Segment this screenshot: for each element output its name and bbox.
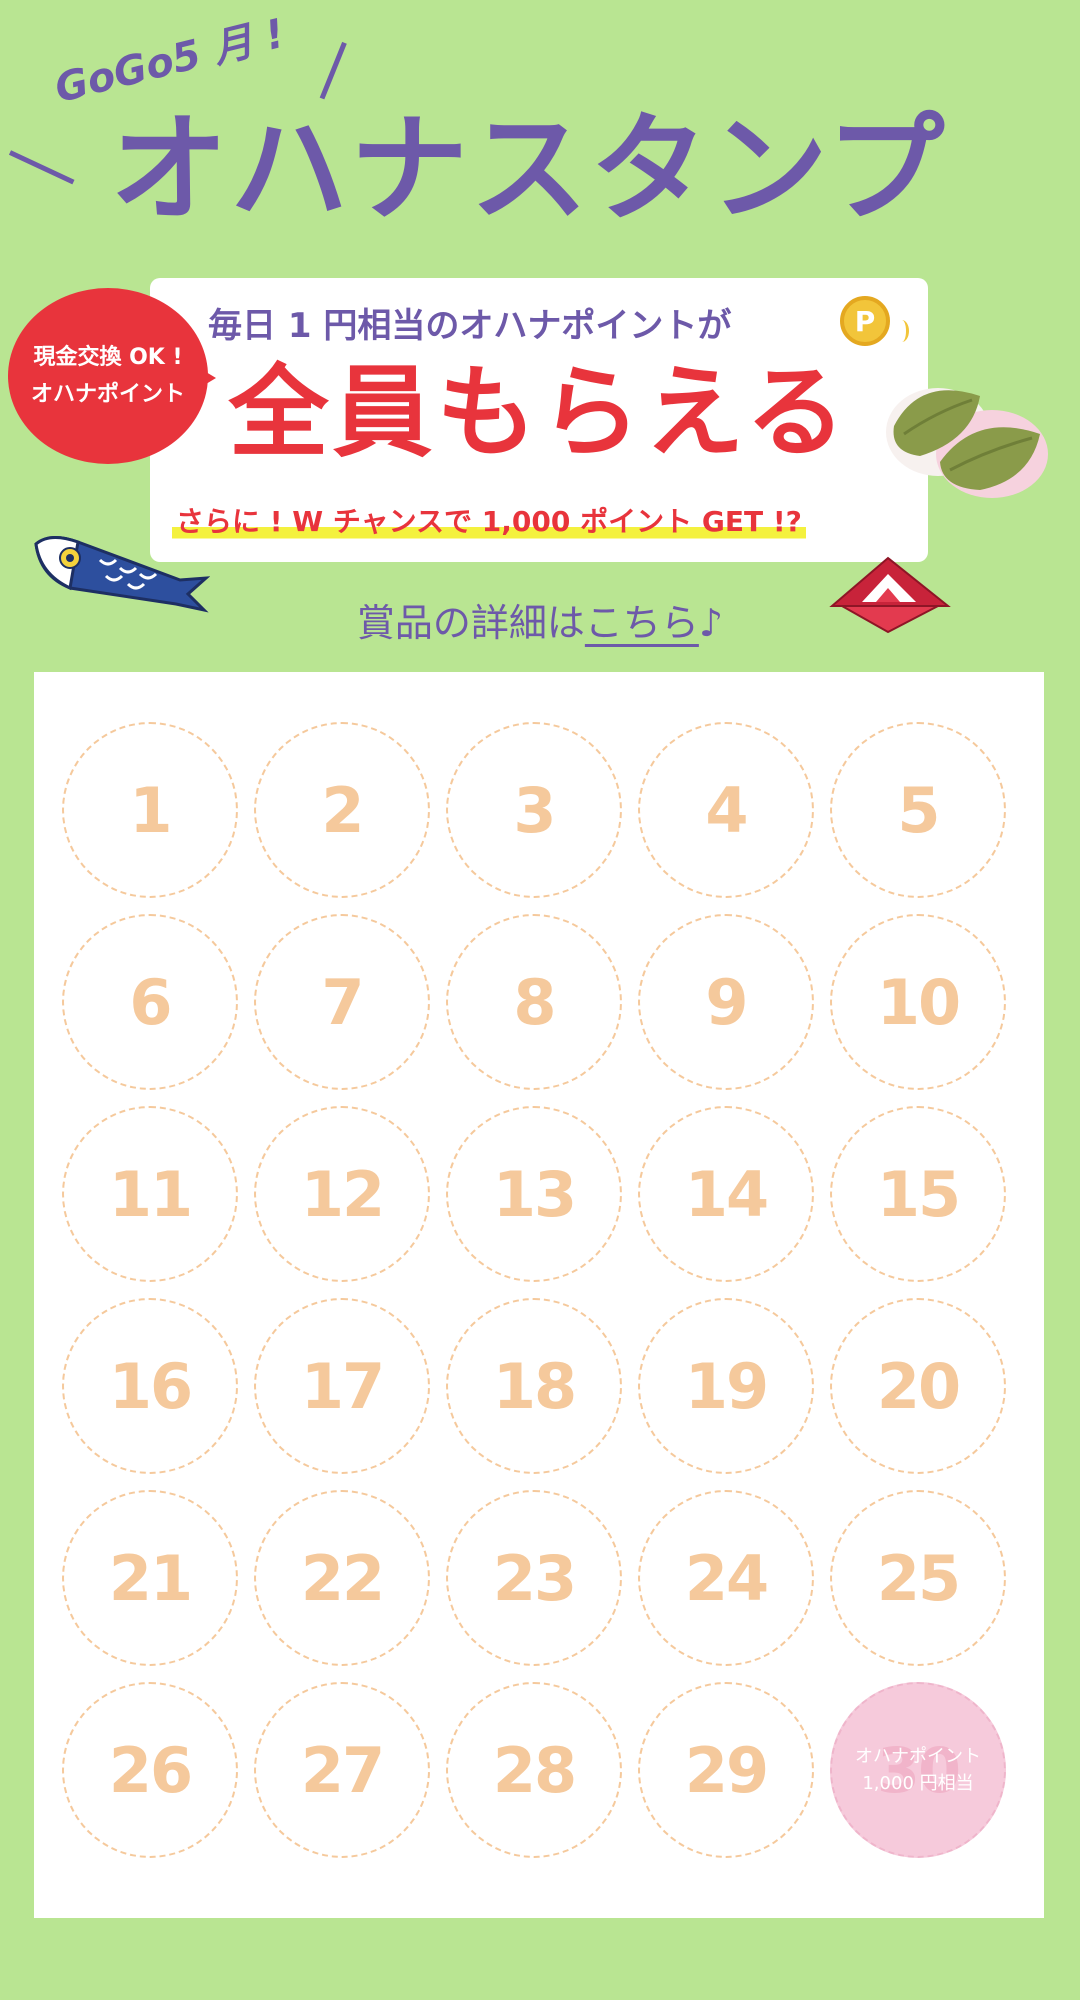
stamp-day-13[interactable]: 13	[446, 1106, 622, 1282]
sakura-mochi-icon	[886, 388, 1048, 498]
stamp-day-12[interactable]: 12	[254, 1106, 430, 1282]
stamp-day-29[interactable]: 29	[638, 1682, 814, 1858]
stamp-number: 16	[108, 1349, 193, 1423]
daily-points-text: 毎日 1 円相当のオハナポイントが	[208, 306, 732, 346]
stamp-number: 7	[321, 965, 364, 1039]
prize-details-prefix: 賞品の詳細は	[356, 601, 585, 645]
stamp-number: 11	[108, 1157, 193, 1231]
header: GoGo5 月 ! オハナスタンプ	[0, 0, 1080, 260]
stamp-day-17[interactable]: 17	[254, 1298, 430, 1474]
stamp-number: 15	[876, 1157, 961, 1231]
stamp-day-16[interactable]: 16	[62, 1298, 238, 1474]
stamp-number: 21	[108, 1541, 193, 1615]
stamp-day-15[interactable]: 15	[830, 1106, 1006, 1282]
stamp-number: 19	[684, 1349, 769, 1423]
music-note: ♪	[698, 601, 724, 645]
stamp-day-3[interactable]: 3	[446, 722, 622, 898]
stamp-number: 5	[897, 773, 940, 847]
stamp-day-14[interactable]: 14	[638, 1106, 814, 1282]
stamp-number: 20	[876, 1349, 961, 1423]
stamp-number: 13	[492, 1157, 577, 1231]
stamp-number: 17	[300, 1349, 385, 1423]
stamp-number: 9	[705, 965, 748, 1039]
prize-label-line-2: 1,000 円相当	[862, 1773, 974, 1794]
stamp-number: 18	[492, 1349, 577, 1423]
decorative-slash-left	[8, 150, 75, 185]
prize-details-link[interactable]: こちら	[585, 601, 699, 645]
stamp-number: 25	[876, 1541, 961, 1615]
stamp-day-25[interactable]: 25	[830, 1490, 1006, 1666]
stamp-day-11[interactable]: 11	[62, 1106, 238, 1282]
coin-icon: P	[840, 296, 890, 346]
everyone-gets-headline: 全員もらえる	[228, 354, 850, 471]
stamp-number: 22	[300, 1541, 385, 1615]
stamp-number: 4	[705, 773, 748, 847]
campaign-info-card: 毎日 1 円相当のオハナポイントが P 全員もらえる さらに ! W チャンスで…	[150, 278, 928, 562]
stamp-card: 1 2 3 4 5 6 7 8 9 10 11 12 13 14 15 16 17 18 19 20 21 22 23 24 2…	[34, 672, 1044, 1918]
stamp-number: 10	[876, 965, 961, 1039]
stamp-day-2[interactable]: 2	[254, 722, 430, 898]
prize-label: オハナポイント 1,000 円相当	[855, 1743, 981, 1797]
stamp-day-30[interactable]: 30 オハナポイント 1,000 円相当	[830, 1682, 1006, 1858]
stamp-number: 24	[684, 1541, 769, 1615]
stamp-number: 28	[492, 1733, 577, 1807]
stamp-day-1[interactable]: 1	[62, 722, 238, 898]
stamp-day-23[interactable]: 23	[446, 1490, 622, 1666]
stamp-number: 23	[492, 1541, 577, 1615]
stamp-day-27[interactable]: 27	[254, 1682, 430, 1858]
decorative-slash-right	[319, 41, 347, 100]
stamp-number: 12	[300, 1157, 385, 1231]
stamp-day-22[interactable]: 22	[254, 1490, 430, 1666]
prize-label-line-1: オハナポイント	[855, 1746, 981, 1767]
stamp-number: 2	[321, 773, 364, 847]
stamp-day-20[interactable]: 20	[830, 1298, 1006, 1474]
stamp-number: 6	[129, 965, 172, 1039]
stamp-day-24[interactable]: 24	[638, 1490, 814, 1666]
stamp-number: 14	[684, 1157, 769, 1231]
badge-line-1: 現金交換 OK !	[33, 344, 183, 370]
stamp-day-10[interactable]: 10	[830, 914, 1006, 1090]
stamp-number: 27	[300, 1733, 385, 1807]
stamp-number: 29	[684, 1733, 769, 1807]
stamp-day-18[interactable]: 18	[446, 1298, 622, 1474]
campaign-subtitle: GoGo5 月 !	[50, 10, 290, 113]
badge-tail	[196, 366, 216, 390]
badge-line-2: オハナポイント	[30, 382, 185, 407]
stamp-day-8[interactable]: 8	[446, 914, 622, 1090]
page-title: オハナスタンプ	[110, 100, 947, 238]
stamp-number: 8	[513, 965, 556, 1039]
prize-details-row: 賞品の詳細はこちら♪	[0, 592, 1080, 647]
stamp-day-4[interactable]: 4	[638, 722, 814, 898]
stamp-day-7[interactable]: 7	[254, 914, 430, 1090]
stamp-day-28[interactable]: 28	[446, 1682, 622, 1858]
stamp-day-9[interactable]: 9	[638, 914, 814, 1090]
stamp-grid: 1 2 3 4 5 6 7 8 9 10 11 12 13 14 15 16 17 18 19 20 21 22 23 24 2…	[62, 722, 1014, 1858]
stamp-number: 3	[513, 773, 556, 847]
stamp-number: 26	[108, 1733, 193, 1807]
stamp-day-19[interactable]: 19	[638, 1298, 814, 1474]
coin-sparkle-icon	[895, 320, 909, 342]
cash-exchange-badge: 現金交換 OK ! オハナポイント	[8, 288, 208, 464]
stamp-day-6[interactable]: 6	[62, 914, 238, 1090]
stamp-day-5[interactable]: 5	[830, 722, 1006, 898]
stamp-number: 1	[129, 773, 172, 847]
stamp-day-26[interactable]: 26	[62, 1682, 238, 1858]
stamp-day-21[interactable]: 21	[62, 1490, 238, 1666]
w-chance-text: さらに ! W チャンスで 1,000 ポイント GET !?	[172, 500, 806, 540]
